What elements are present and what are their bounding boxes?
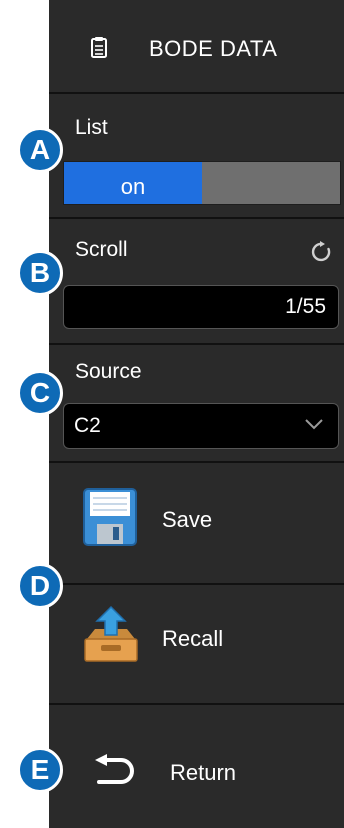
- divider: [49, 92, 344, 94]
- tray-upload-icon: [84, 605, 138, 662]
- divider: [49, 217, 344, 219]
- floppy-disk-icon: [83, 488, 137, 546]
- callout-marker-b: B: [17, 250, 63, 296]
- callout-marker-a: A: [17, 127, 63, 173]
- callout-marker-e: E: [17, 747, 63, 793]
- scroll-label: Scroll: [75, 238, 128, 261]
- save-label: Save: [162, 507, 213, 532]
- callout-marker-d: D: [17, 563, 63, 609]
- list-toggle[interactable]: on: [63, 161, 341, 205]
- return-label: Return: [170, 760, 237, 785]
- divider: [49, 343, 344, 345]
- list-toggle-off[interactable]: [202, 162, 340, 204]
- source-value: C2: [74, 414, 101, 437]
- recall-label: Recall: [162, 626, 224, 651]
- source-label: Source: [75, 360, 142, 383]
- chevron-down-icon: [305, 419, 323, 430]
- scroll-value-field[interactable]: 1/55: [63, 285, 339, 329]
- refresh-icon[interactable]: [311, 241, 333, 263]
- return-arrow-icon: [95, 754, 134, 784]
- callout-marker-c: C: [17, 370, 63, 416]
- menu-header: BODE DATA: [49, 0, 344, 92]
- list-label: List: [75, 116, 108, 139]
- source-select[interactable]: C2: [63, 403, 339, 449]
- bode-data-menu: BODE DATA List on Scroll 1/55 Source C2 …: [49, 0, 344, 828]
- menu-title: BODE DATA: [149, 36, 278, 61]
- clipboard-icon: [91, 37, 107, 58]
- list-toggle-on[interactable]: on: [64, 162, 202, 204]
